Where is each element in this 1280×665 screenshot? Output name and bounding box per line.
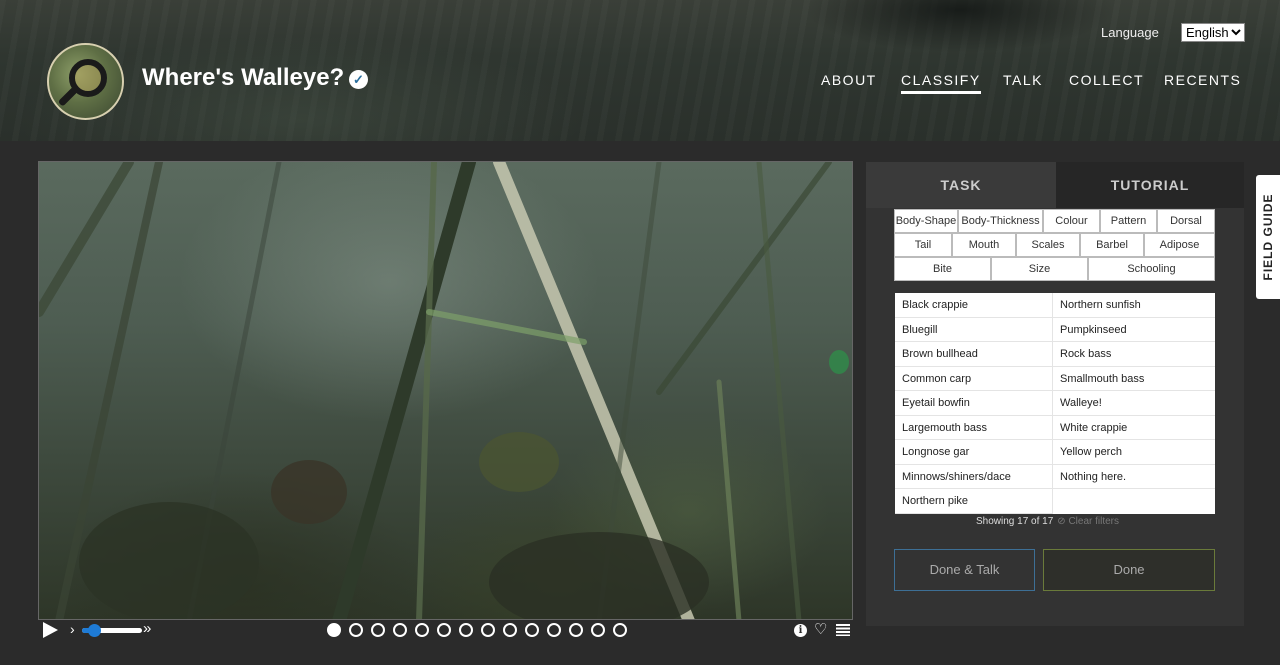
faster-icon[interactable]: » [143,620,151,637]
info-icon[interactable]: i [794,624,807,637]
species-choice[interactable]: Black crappie [895,293,1053,318]
favorite-heart-icon[interactable]: ♡ [814,620,827,638]
filter-colour[interactable]: Colour [1043,209,1100,233]
species-choice[interactable]: Walleye! [1053,391,1215,416]
speed-slider-thumb[interactable] [88,624,101,637]
species-choice[interactable]: Common carp [895,366,1053,391]
species-choice[interactable]: Longnose gar [895,440,1053,465]
frame-dot[interactable] [569,623,583,637]
filter-row: Body-Shape Body-Thickness Colour Pattern… [894,209,1215,233]
filter-scales[interactable]: Scales [1016,233,1080,257]
showing-text: Showing 17 of 17 [976,516,1054,527]
frame-dot[interactable] [481,623,495,637]
collections-list-icon[interactable] [836,624,850,636]
filter-tail[interactable]: Tail [894,233,952,257]
filter-adipose[interactable]: Adipose [1144,233,1215,257]
verified-badge-icon: ✓ [349,70,368,89]
species-choice[interactable]: Northern sunfish [1053,293,1215,318]
underwater-scene [39,162,849,619]
frame-dot[interactable] [459,623,473,637]
frame-dot[interactable] [327,623,341,637]
nav-talk[interactable]: TALK [1003,72,1043,88]
play-icon[interactable] [43,622,58,638]
field-guide-label: FIELD GUIDE [1261,193,1275,281]
frame-dot[interactable] [437,623,451,637]
done-button[interactable]: Done [1043,549,1215,591]
filter-bite[interactable]: Bite [894,257,991,281]
frame-dot[interactable] [393,623,407,637]
language-label: Language [1101,25,1159,40]
speed-slider[interactable] [82,624,142,637]
filter-mouth[interactable]: Mouth [952,233,1016,257]
done-and-talk-button[interactable]: Done & Talk [894,549,1035,591]
filter-body-thickness[interactable]: Body-Thickness [958,209,1043,233]
species-choice[interactable]: Bluegill [895,317,1053,342]
species-choice[interactable]: Largemouth bass [895,415,1053,440]
frame-dot[interactable] [503,623,517,637]
filter-body-shape[interactable]: Body-Shape [894,209,958,233]
frame-dot[interactable] [613,623,627,637]
project-avatar[interactable] [47,43,124,120]
frame-dot[interactable] [591,623,605,637]
species-choice[interactable]: Minnows/shiners/dace [895,464,1053,489]
subject-image[interactable] [38,161,853,620]
site-header: Where's Walleye? ✓ Language English ABOU… [0,0,1280,141]
nav-about[interactable]: ABOUT [821,72,877,88]
filter-pattern[interactable]: Pattern [1100,209,1157,233]
magnifier-handle [57,86,79,107]
species-choice[interactable]: Pumpkinseed [1053,318,1215,342]
frame-selector [327,623,627,637]
frame-dot[interactable] [547,623,561,637]
tab-task[interactable]: TASK [866,162,1056,208]
nav-recents[interactable]: RECENTS [1164,72,1241,88]
results-count: Showing 17 of 17 ⊘ Clear filters [976,516,1119,527]
frame-dot[interactable] [415,623,429,637]
species-choice[interactable]: Smallmouth bass [1053,367,1215,391]
filter-row: Tail Mouth Scales Barbel Adipose [894,233,1215,257]
clear-filters-link[interactable]: ⊘ Clear filters [1057,516,1119,527]
species-choice[interactable]: White crappie [1053,416,1215,440]
filter-schooling[interactable]: Schooling [1088,257,1215,281]
species-choice[interactable]: Rock bass [1053,342,1215,367]
project-title[interactable]: Where's Walleye? [142,64,344,92]
species-choice[interactable]: Nothing here. [1053,465,1215,489]
filter-size[interactable]: Size [991,257,1088,281]
characteristic-filters: Body-Shape Body-Thickness Colour Pattern… [894,209,1215,281]
frame-dot[interactable] [349,623,363,637]
frame-dot[interactable] [525,623,539,637]
slower-icon[interactable]: › [70,621,75,637]
species-choice[interactable]: Brown bullhead [895,342,1053,367]
frame-dot[interactable] [371,623,385,637]
species-choice[interactable]: Yellow perch [1053,440,1215,465]
language-select[interactable]: English [1181,23,1245,42]
nav-classify[interactable]: CLASSIFY [901,72,981,94]
species-choice[interactable]: Northern pike [895,489,1053,514]
nav-collect[interactable]: COLLECT [1069,72,1144,88]
player-controls: › » i ♡ [38,620,853,642]
filter-barbel[interactable]: Barbel [1080,233,1144,257]
field-guide-tab[interactable]: FIELD GUIDE [1256,175,1280,299]
species-choices: Black crappie Bluegill Brown bullhead Commo… [895,293,1215,514]
tab-tutorial[interactable]: TUTORIAL [1056,162,1244,208]
species-choice[interactable]: Eyetail bowfin [895,391,1053,416]
filter-dorsal[interactable]: Dorsal [1157,209,1215,233]
filter-row: Bite Size Schooling [894,257,1215,281]
